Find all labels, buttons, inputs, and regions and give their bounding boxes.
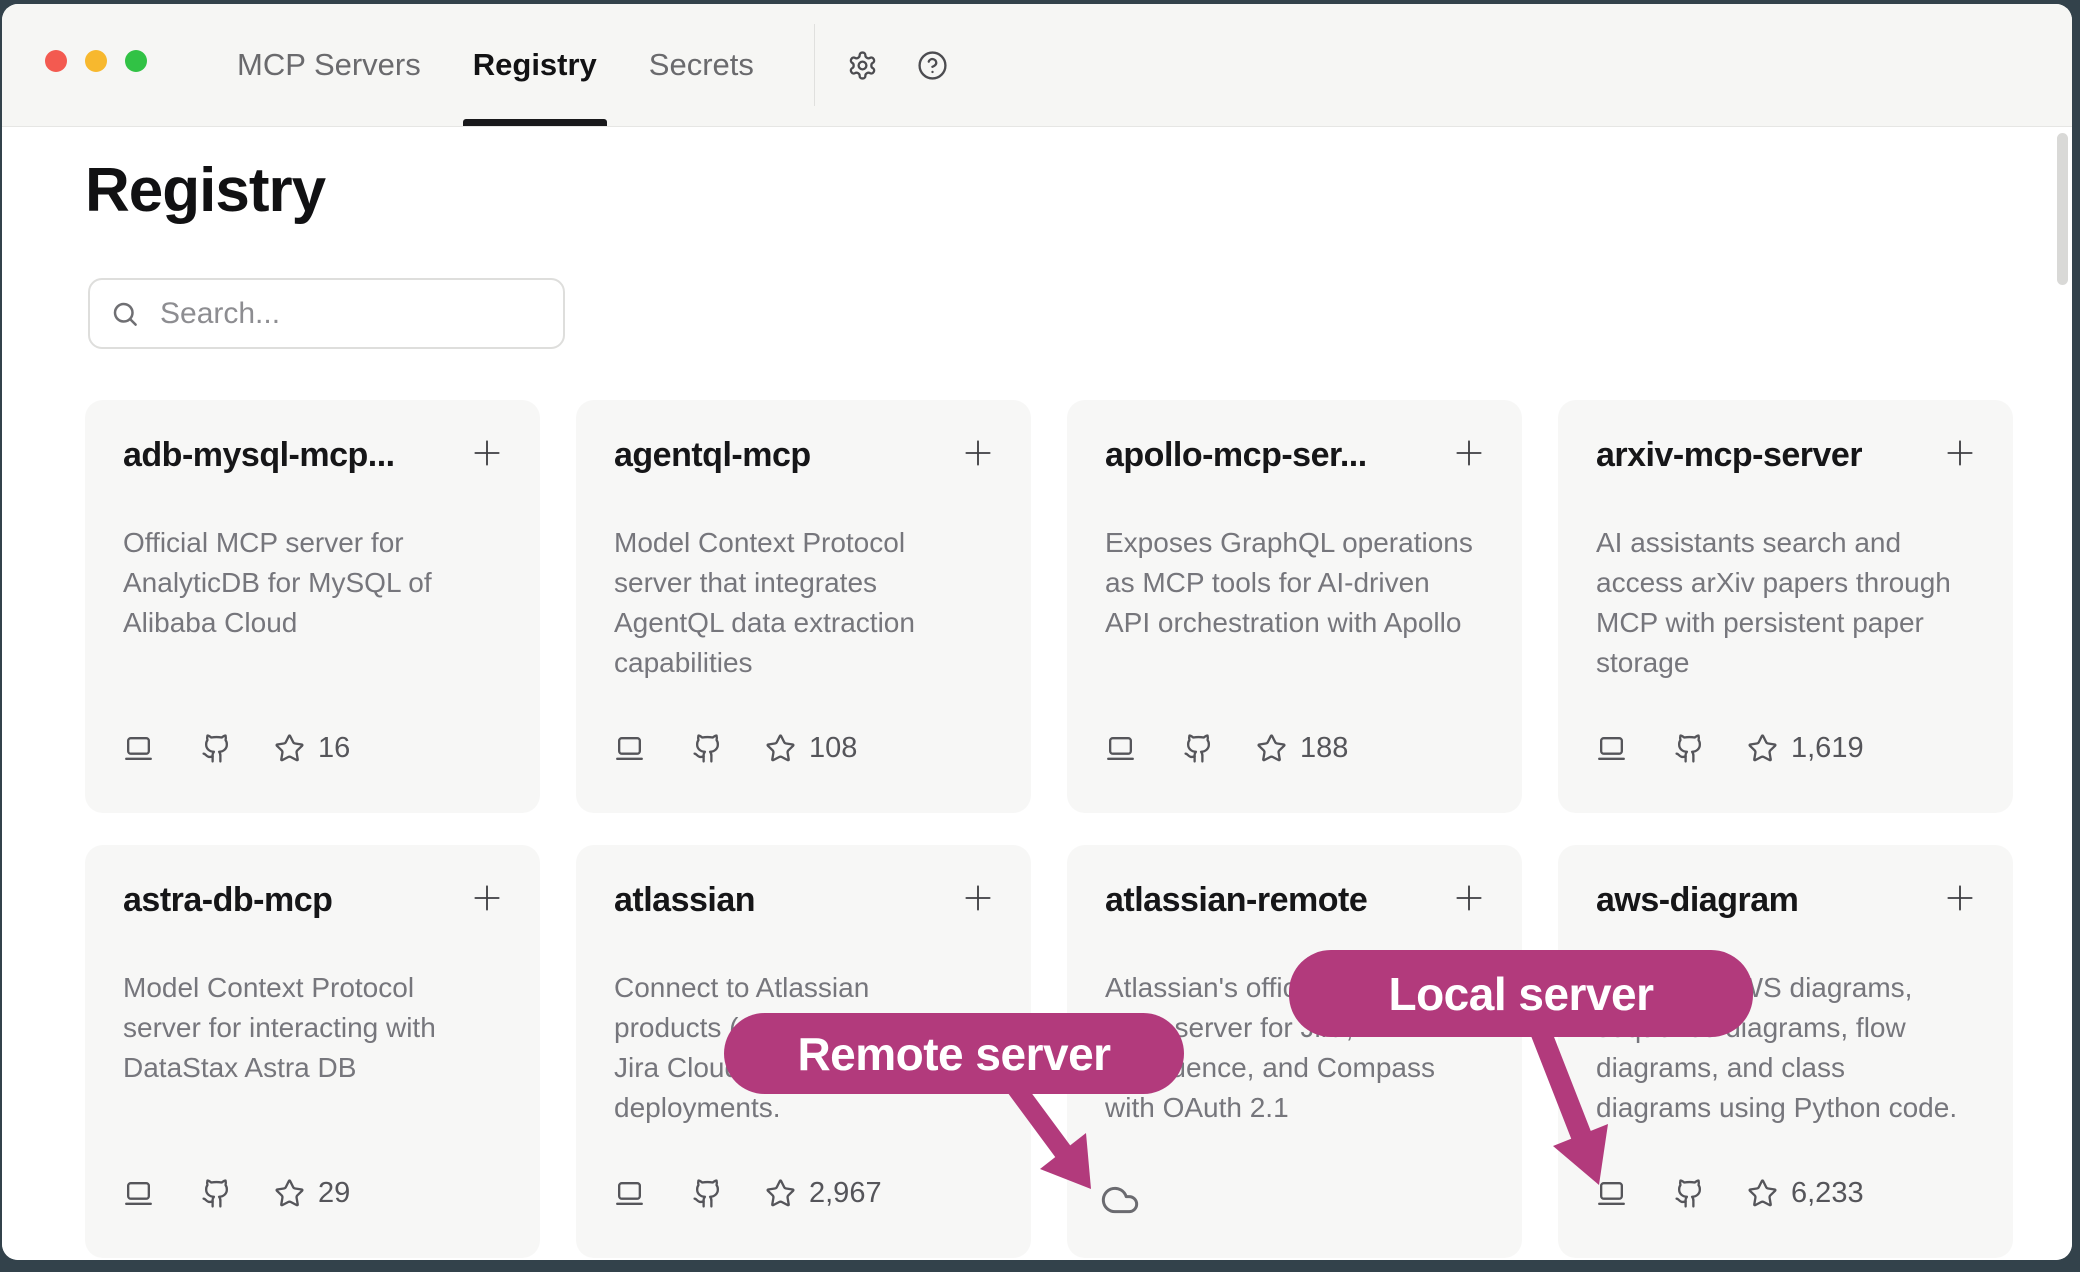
remote-server-callout: Remote server <box>724 1013 1184 1094</box>
server-card: apollo-mcp-ser... Exposes GraphQL operat… <box>1067 400 1522 813</box>
star-count: 29 <box>318 1177 350 1210</box>
server-card: agentql-mcp Model Context Protocol serve… <box>576 400 1031 813</box>
github-icon[interactable] <box>692 1178 723 1209</box>
server-description: AI assistants search and access arXiv pa… <box>1596 523 1975 683</box>
server-card-footer-remote <box>1097 1180 1143 1220</box>
laptop-icon <box>1596 733 1627 764</box>
zoom-window-button[interactable] <box>125 50 147 72</box>
server-name: agentql-mcp <box>614 436 811 475</box>
server-card-footer: 108 <box>614 732 857 765</box>
add-server-button[interactable] <box>957 877 999 919</box>
server-name: atlassian-remote <box>1105 881 1367 920</box>
github-icon[interactable] <box>201 1178 232 1209</box>
server-name: apollo-mcp-ser... <box>1105 436 1367 475</box>
plus-icon <box>958 433 998 473</box>
star-icon <box>274 733 305 764</box>
laptop-icon <box>614 1178 645 1209</box>
github-icon[interactable] <box>1183 733 1214 764</box>
page-title: Registry <box>85 155 325 226</box>
titlebar-divider <box>814 24 815 106</box>
cloud-icon <box>1097 1180 1143 1220</box>
star-count: 108 <box>809 732 857 765</box>
settings-button[interactable] <box>841 4 885 126</box>
server-card: astra-db-mcp Model Context Protocol serv… <box>85 845 540 1258</box>
laptop-icon <box>123 1178 154 1209</box>
plus-icon <box>1449 433 1489 473</box>
server-description: Official MCP server for AnalyticDB for M… <box>123 523 502 643</box>
add-server-button[interactable] <box>466 877 508 919</box>
github-icon[interactable] <box>201 733 232 764</box>
app-window: MCP Servers Registry Secrets <box>2 4 2072 1260</box>
server-description: Model Context Protocol server for intera… <box>123 968 502 1088</box>
registry-page: Registry adb-mysql-mcp... Offici <box>2 127 2072 1260</box>
server-card: aws-diagram Generate AWS diagrams, seque… <box>1558 845 2013 1258</box>
laptop-icon <box>1105 733 1136 764</box>
star-count: 188 <box>1300 732 1348 765</box>
search-input[interactable] <box>160 297 543 331</box>
star-icon <box>765 733 796 764</box>
server-name: arxiv-mcp-server <box>1596 436 1862 475</box>
server-card: arxiv-mcp-server AI assistants search an… <box>1558 400 2013 813</box>
add-server-button[interactable] <box>1939 432 1981 474</box>
card-grid: adb-mysql-mcp... Official MCP server for… <box>85 400 2013 1258</box>
tab-registry[interactable]: Registry <box>471 4 599 126</box>
plus-icon <box>467 433 507 473</box>
github-icon[interactable] <box>1674 733 1705 764</box>
server-card-footer: 6,233 <box>1596 1177 1864 1210</box>
server-card: adb-mysql-mcp... Official MCP server for… <box>85 400 540 813</box>
server-name: aws-diagram <box>1596 881 1798 920</box>
server-name: atlassian <box>614 881 755 920</box>
window-controls <box>45 50 147 72</box>
plus-icon <box>1940 878 1980 918</box>
add-server-button[interactable] <box>1448 432 1490 474</box>
laptop-icon <box>614 733 645 764</box>
star-icon <box>1747 733 1778 764</box>
server-description: Exposes GraphQL operations as MCP tools … <box>1105 523 1484 643</box>
star-icon <box>765 1178 796 1209</box>
star-count: 1,619 <box>1791 732 1864 765</box>
local-server-callout: Local server <box>1289 950 1753 1037</box>
plus-icon <box>958 878 998 918</box>
help-icon <box>917 50 948 81</box>
add-server-button[interactable] <box>1939 877 1981 919</box>
server-card-footer: 188 <box>1105 732 1348 765</box>
add-server-button[interactable] <box>466 432 508 474</box>
titlebar: MCP Servers Registry Secrets <box>2 4 2072 127</box>
laptop-icon <box>1596 1178 1627 1209</box>
main-tabs: MCP Servers Registry Secrets <box>235 4 756 126</box>
server-card-footer: 29 <box>123 1177 350 1210</box>
server-card-footer: 16 <box>123 732 350 765</box>
server-card-footer: 1,619 <box>1596 732 1864 765</box>
server-card-footer: 2,967 <box>614 1177 882 1210</box>
laptop-icon <box>123 733 154 764</box>
plus-icon <box>1940 433 1980 473</box>
star-icon <box>1747 1178 1778 1209</box>
vertical-scrollbar-thumb[interactable] <box>2057 133 2068 285</box>
search-box <box>88 278 565 349</box>
star-icon <box>1256 733 1287 764</box>
tab-mcp-servers[interactable]: MCP Servers <box>235 4 423 126</box>
gear-icon <box>847 50 878 81</box>
add-server-button[interactable] <box>957 432 999 474</box>
github-icon[interactable] <box>692 733 723 764</box>
add-server-button[interactable] <box>1448 877 1490 919</box>
star-icon <box>274 1178 305 1209</box>
server-name: adb-mysql-mcp... <box>123 436 395 475</box>
star-count: 16 <box>318 732 350 765</box>
help-button[interactable] <box>911 4 955 126</box>
star-count: 6,233 <box>1791 1177 1864 1210</box>
close-window-button[interactable] <box>45 50 67 72</box>
search-icon <box>110 299 140 329</box>
server-name: astra-db-mcp <box>123 881 332 920</box>
server-description: Model Context Protocol server that integ… <box>614 523 993 683</box>
plus-icon <box>467 878 507 918</box>
minimize-window-button[interactable] <box>85 50 107 72</box>
plus-icon <box>1449 878 1489 918</box>
github-icon[interactable] <box>1674 1178 1705 1209</box>
star-count: 2,967 <box>809 1177 882 1210</box>
tab-secrets[interactable]: Secrets <box>647 4 756 126</box>
